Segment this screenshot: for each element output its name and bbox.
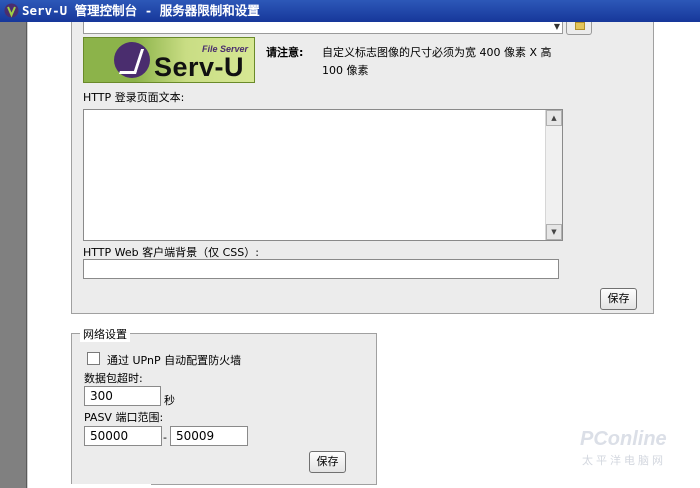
save-http-button[interactable]: 保存 xyxy=(600,288,637,310)
http-login-textarea[interactable]: ▲ ▼ xyxy=(83,109,563,241)
upnp-label[interactable]: 通过 UPnP 自动配置防火墙 xyxy=(107,352,241,368)
title-bar: Serv-U 管理控制台 - 服务器限制和设置 xyxy=(0,0,700,22)
chevron-down-icon[interactable]: ▼ xyxy=(554,22,560,32)
timeout-input[interactable]: 300 xyxy=(84,386,161,406)
custom-logo-image: Serv-U File Server xyxy=(83,37,255,83)
pasv-to-input[interactable]: 50009 xyxy=(170,426,248,446)
save-network-button[interactable]: 保存 xyxy=(309,451,346,473)
upnp-checkbox[interactable] xyxy=(87,352,100,365)
network-settings-legend: 网络设置 xyxy=(80,326,130,342)
browse-folder-icon xyxy=(575,22,585,30)
browse-button[interactable] xyxy=(566,22,592,35)
http-css-label: HTTP Web 客户端背景（仅 CSS）: xyxy=(83,246,259,259)
serv-u-logo-icon xyxy=(114,42,150,78)
watermark-sub: 太平洋电脑网 xyxy=(582,455,666,467)
navigation-panel xyxy=(27,22,51,488)
note-text: 自定义标志图像的尺寸必须为宽 400 像素 X 高 100 像素 xyxy=(322,46,552,77)
timeout-unit: 秒 xyxy=(164,394,175,407)
window-title: Serv-U 管理控制台 - 服务器限制和设置 xyxy=(22,3,260,18)
note-label: 请注意: xyxy=(266,46,304,59)
logo-brand: Serv-U xyxy=(154,52,245,82)
watermark-main: PConline xyxy=(580,428,667,450)
scroll-up-icon[interactable]: ▲ xyxy=(546,110,562,126)
app-icon xyxy=(4,3,19,18)
left-rail xyxy=(0,22,27,488)
pasv-dash: - xyxy=(163,431,167,444)
pasv-from-input[interactable]: 50000 xyxy=(84,426,162,446)
http-css-input[interactable] xyxy=(83,259,559,279)
logo-subtitle: File Server xyxy=(202,44,249,54)
textarea-scrollbar[interactable]: ▲ ▼ xyxy=(545,110,562,240)
next-group-edge xyxy=(71,484,151,488)
logo-path-field[interactable]: ▼ xyxy=(83,22,563,34)
pasv-label: PASV 端口范围: xyxy=(84,411,164,424)
http-login-label: HTTP 登录页面文本: xyxy=(83,91,185,104)
watermark: PConline 太平洋电脑网 xyxy=(580,428,692,478)
timeout-label: 数据包超时: xyxy=(84,372,143,385)
scroll-down-icon[interactable]: ▼ xyxy=(546,224,562,240)
